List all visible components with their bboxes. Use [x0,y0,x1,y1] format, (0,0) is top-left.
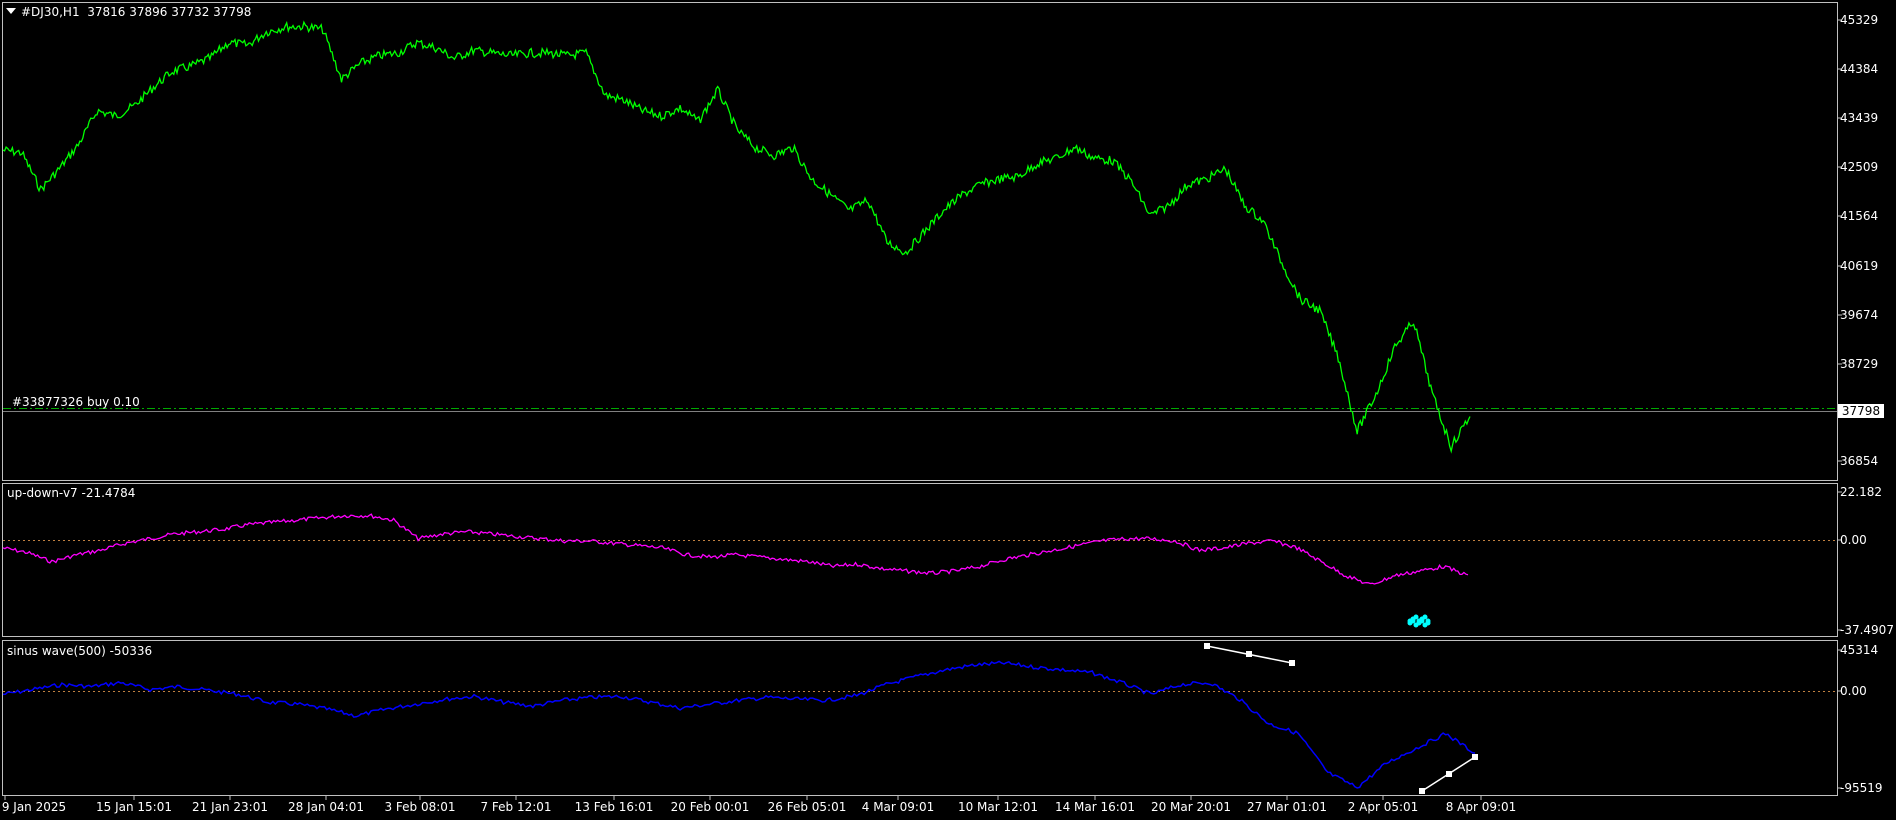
date-label: 28 Jan 04:01 [288,800,364,814]
indicator2-title: sinus wave(500) -50336 [7,644,153,658]
signal-marker [1419,618,1425,624]
date-label: 3 Feb 08:01 [384,800,456,814]
indicator2-panel-frame [2,640,1838,796]
price-scale-label: 44384 [1840,62,1879,76]
price-series-line [2,20,1471,454]
order-label[interactable]: #33877326 buy 0.10 [12,395,140,409]
signal-marker [1410,618,1416,624]
date-label: 8 Apr 09:01 [1445,800,1517,814]
date-label: 20 Feb 00:01 [670,800,750,814]
price-scale-label: 36854 [1840,454,1879,468]
sinus-wave-trendline-bottom[interactable] [1419,754,1478,794]
indicator2-scale-label: 45314 [1840,643,1879,657]
date-label: 9 Jan 2025 [1,800,67,814]
collapse-triangle-icon[interactable] [6,8,16,14]
ohlc-values: 37816 37896 37732 37798 [87,5,252,19]
date-label: 10 Mar 12:01 [957,800,1039,814]
signal-marker [1425,620,1431,626]
price-scale-label: 40619 [1840,259,1879,273]
symbol-title: #DJ30,H1 [21,5,80,19]
signal-marker [1413,614,1419,620]
date-label: 13 Feb 16:01 [574,800,654,814]
price-scale-label: 45329 [1840,13,1879,27]
up-down-series-line [2,513,1469,585]
indicator1-panel-frame [2,483,1838,637]
indicator1-scale-label: 0.00 [1840,533,1867,547]
main-header[interactable]: #DJ30,H1 37816 37896 37732 37798 [6,5,251,19]
signal-marker [1422,614,1428,620]
date-label: 14 Mar 16:01 [1054,800,1136,814]
date-label: 26 Feb 05:01 [767,800,847,814]
price-scale-label: 42509 [1840,160,1879,174]
chart-canvas[interactable] [0,0,1896,820]
sinus-wave-series-line [2,660,1476,789]
date-label: 4 Mar 09:01 [861,800,935,814]
price-scale-label: 43439 [1840,111,1879,125]
sinus-wave-trendline-top[interactable] [1204,643,1295,666]
price-scale-label: 41564 [1840,209,1879,223]
indicator1-scale-label: -37.4907 [1840,623,1894,637]
indicator1-title: up-down-v7 -21.4784 [7,486,136,500]
current-price-box: 37798 [1838,404,1884,418]
date-label: 21 Jan 23:01 [192,800,268,814]
date-label: 7 Feb 12:01 [480,800,552,814]
date-label: 15 Jan 15:01 [96,800,172,814]
indicator2-scale-label: -95519 [1840,781,1883,795]
indicator1-scale-label: 22.182 [1840,485,1882,499]
date-label: 20 Mar 20:01 [1150,800,1232,814]
date-label: 27 Mar 01:01 [1246,800,1328,814]
indicator2-scale-label: 0.00 [1840,684,1867,698]
price-scale-label: 38729 [1840,357,1879,371]
price-scale-label: 39674 [1840,308,1879,322]
date-label: 2 Apr 05:01 [1347,800,1419,814]
up-down-signal-markers [1407,614,1431,628]
